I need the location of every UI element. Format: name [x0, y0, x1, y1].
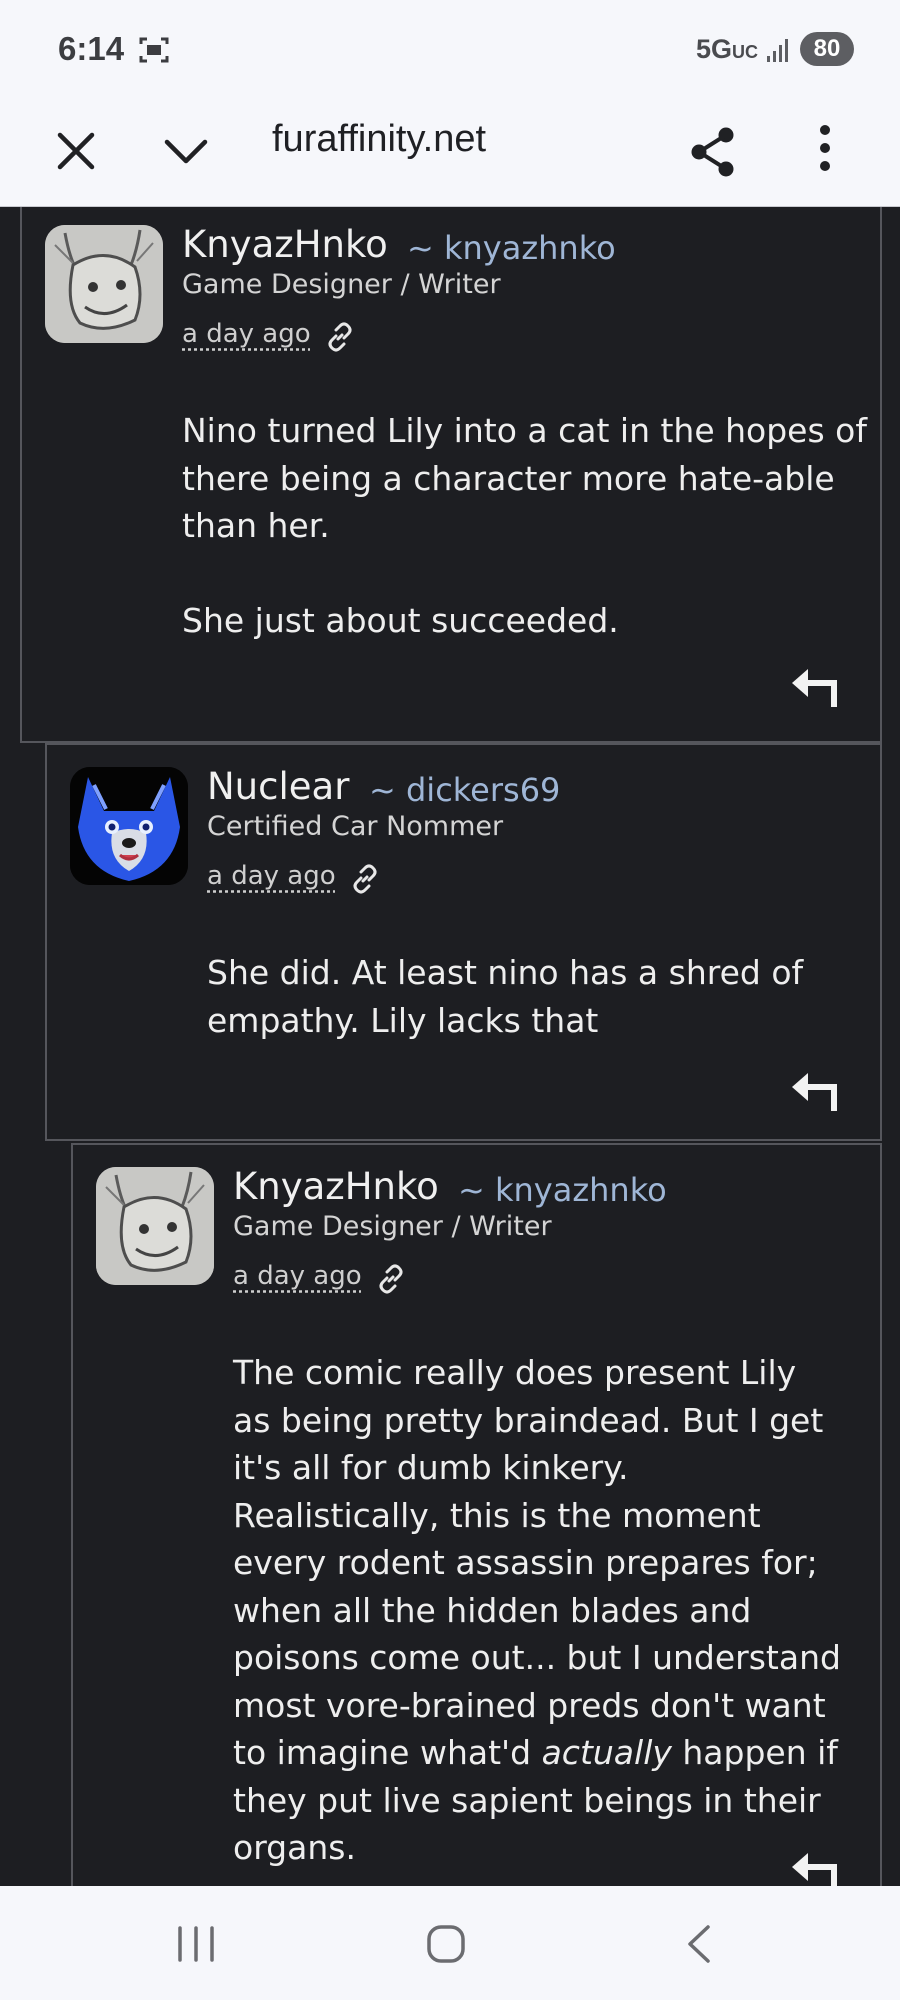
link-icon[interactable]: [325, 322, 355, 356]
recent-apps-icon[interactable]: [176, 1926, 216, 1966]
user-title: Certified Car Nommer: [207, 811, 504, 842]
browser-toolbar: furaffinity.net: [0, 96, 900, 207]
share-icon[interactable]: [688, 126, 738, 182]
avatar[interactable]: [96, 1167, 214, 1285]
status-time: 6:14: [58, 30, 125, 67]
comment: KnyazHnko ~ knyazhnko Game Designer / Wr…: [20, 207, 882, 743]
url-text[interactable]: furaffinity.net: [272, 118, 486, 161]
more-options-icon[interactable]: [815, 122, 835, 178]
comments-area: KnyazHnko ~ knyazhnko Game Designer / Wr…: [0, 207, 900, 1886]
avatar[interactable]: [45, 225, 163, 343]
screenshot-notification-icon: [138, 35, 170, 69]
comment-body: She did. At least nino has a shred of em…: [207, 949, 827, 1091]
timestamp[interactable]: a day ago: [182, 319, 311, 349]
user-handle[interactable]: ~ dickers69: [369, 771, 560, 809]
comment: KnyazHnko ~ knyazhnko Game Designer / Wr…: [71, 1143, 882, 1886]
user-handle[interactable]: ~ knyazhnko: [407, 229, 616, 267]
link-icon[interactable]: [376, 1264, 406, 1298]
comment-body: Nino turned Lily into a cat in the hopes…: [182, 407, 872, 691]
reply-icon[interactable]: [790, 1849, 840, 1886]
status-bar: 6:14 5GUC 80: [0, 0, 900, 96]
chevron-down-icon[interactable]: [163, 130, 209, 176]
reply-icon[interactable]: [790, 665, 840, 713]
username[interactable]: Nuclear: [207, 765, 349, 808]
username[interactable]: KnyazHnko: [182, 223, 388, 266]
comment-text: The comic really does present Lily as be…: [233, 1353, 841, 1772]
link-icon[interactable]: [350, 864, 380, 898]
back-icon[interactable]: [684, 1924, 714, 1968]
comment-body: The comic really does present Lily as be…: [233, 1349, 843, 1886]
reply-icon[interactable]: [790, 1069, 840, 1117]
comment-paragraph: She just about succeeded.: [182, 600, 619, 640]
system-navigation-bar: [0, 1886, 900, 2000]
close-icon[interactable]: [55, 130, 97, 176]
comment-paragraph: The comic really does present Lily as be…: [233, 1349, 843, 1872]
comment-paragraph: She did. At least nino has a shred of em…: [207, 953, 804, 1040]
user-title: Game Designer / Writer: [182, 269, 501, 300]
user-handle[interactable]: ~ knyazhnko: [458, 1171, 667, 1209]
user-title: Game Designer / Writer: [233, 1211, 552, 1242]
comment: Nuclear ~ dickers69 Certified Car Nommer…: [45, 743, 882, 1141]
comment-paragraph: Nino turned Lily into a cat in the hopes…: [182, 411, 867, 545]
network-type: 5GUC: [696, 34, 759, 64]
home-icon[interactable]: [426, 1924, 466, 1968]
avatar[interactable]: [70, 767, 188, 885]
signal-icon: [766, 36, 792, 68]
username[interactable]: KnyazHnko: [233, 1165, 439, 1208]
timestamp[interactable]: a day ago: [233, 1261, 362, 1291]
emphasized-text: actually: [541, 1733, 672, 1772]
battery-indicator: 80: [800, 32, 854, 66]
timestamp[interactable]: a day ago: [207, 861, 336, 891]
